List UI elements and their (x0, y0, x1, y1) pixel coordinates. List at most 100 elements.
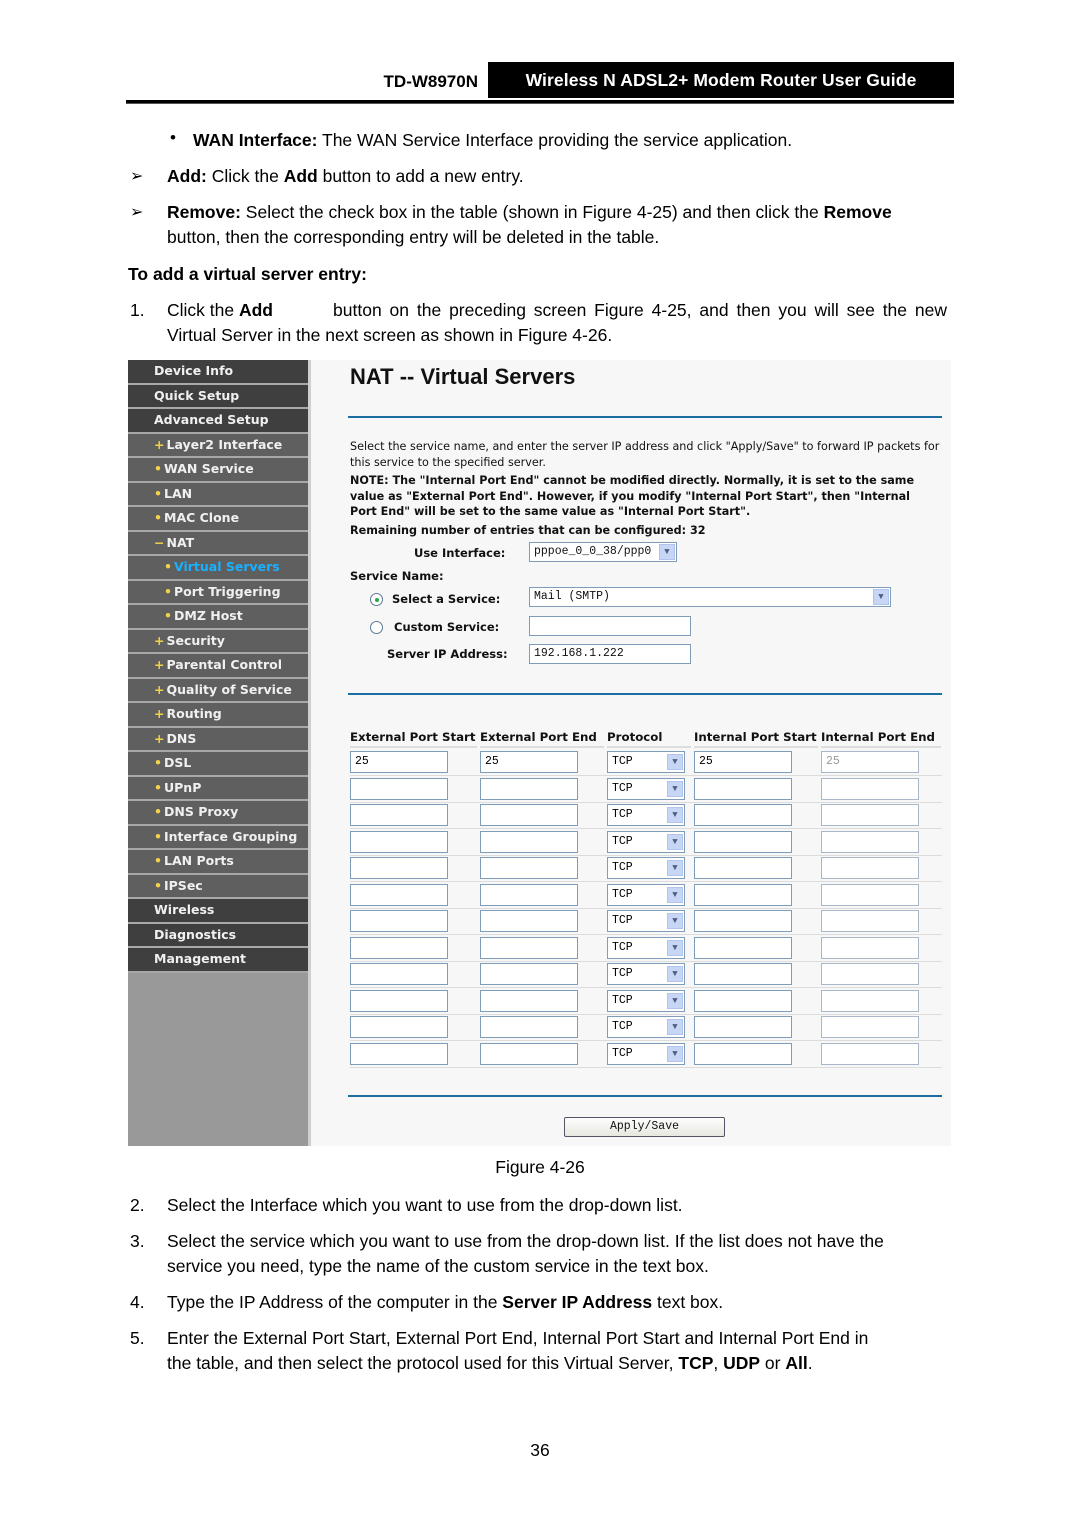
sidebar-item-parental-control[interactable]: + Parental Control (128, 654, 308, 679)
protocol-select[interactable]: TCP ▼ (607, 963, 685, 985)
external-port-end-input[interactable] (480, 936, 578, 959)
router-screenshot-figure: Device Info Quick Setup Advanced Setup + Lay… (128, 360, 951, 1146)
external-port-end-input[interactable] (480, 1016, 578, 1038)
protocol-select[interactable]: TCP ▼ (607, 830, 685, 853)
sidebar-item-wan-service[interactable]: • WAN Service (128, 458, 308, 483)
chevron-down-icon[interactable]: ▼ (667, 833, 683, 850)
sidebar-item-quality-of-service[interactable]: + Quality of Service (128, 678, 308, 703)
external-port-end-input[interactable] (480, 804, 578, 826)
external-port-start-input[interactable] (350, 989, 448, 1012)
chevron-down-icon[interactable]: ▼ (667, 992, 683, 1009)
chevron-down-icon[interactable]: ▼ (667, 754, 683, 770)
chevron-down-icon[interactable]: ▼ (667, 966, 683, 982)
internal-port-start-input[interactable] (694, 857, 792, 879)
sidebar-item-interface-grouping[interactable]: • Interface Grouping (128, 825, 308, 850)
sidebar-item-layer2-interface[interactable]: + Layer2 Interface (128, 433, 308, 458)
external-port-start-input[interactable] (350, 910, 448, 932)
sidebar-item-dns[interactable]: + DNS (128, 727, 308, 752)
protocol-select[interactable]: TCP ▼ (607, 883, 685, 906)
external-port-end-input[interactable] (480, 777, 578, 800)
internal-port-end-input (821, 910, 919, 932)
sidebar-item-wireless[interactable]: Wireless (128, 899, 308, 924)
sidebar-item-routing[interactable]: + Routing (128, 703, 308, 728)
internal-port-start-input[interactable] (694, 1042, 792, 1065)
internal-port-start-input[interactable] (694, 777, 792, 800)
sidebar-item-ipsec[interactable]: • IPSec (128, 874, 308, 899)
protocol-select[interactable]: TCP ▼ (607, 777, 685, 800)
external-port-end-input[interactable] (480, 830, 578, 853)
protocol-select[interactable]: TCP ▼ (607, 804, 685, 826)
protocol-select[interactable]: TCP ▼ (607, 910, 685, 932)
external-port-end-input[interactable] (480, 883, 578, 906)
protocol-select[interactable]: TCP ▼ (607, 1016, 685, 1038)
external-port-start-input[interactable] (350, 1042, 448, 1065)
chevron-down-icon[interactable]: ▼ (659, 544, 675, 560)
step-number: 3. (130, 1231, 145, 1251)
internal-port-start-input[interactable] (694, 936, 792, 959)
internal-port-start-input[interactable] (694, 804, 792, 826)
sidebar-item-nat[interactable]: − NAT (128, 531, 308, 556)
sidebar-item-mac-clone[interactable]: • MAC Clone (128, 507, 308, 532)
select-service-dropdown[interactable]: Mail (SMTP) ▼ (529, 587, 891, 607)
internal-port-start-input[interactable] (694, 1016, 792, 1038)
internal-port-start-input[interactable] (694, 963, 792, 985)
sidebar-item-quick-setup[interactable]: Quick Setup (128, 384, 308, 409)
apply-save-button[interactable]: Apply/Save (564, 1117, 725, 1137)
sidebar-item-management[interactable]: Management (128, 948, 308, 973)
sidebar-item-port-triggering[interactable]: • Port Triggering (128, 580, 308, 605)
sidebar-item-virtual-servers[interactable]: • Virtual Servers (128, 556, 308, 581)
external-port-start-input[interactable] (350, 777, 448, 800)
chevron-down-icon[interactable]: ▼ (667, 780, 683, 797)
external-port-start-input[interactable] (350, 857, 448, 879)
external-port-start-input[interactable] (350, 1016, 448, 1038)
chevron-down-icon[interactable]: ▼ (667, 939, 683, 956)
sidebar-item-diagnostics[interactable]: Diagnostics (128, 923, 308, 948)
protocol-select[interactable]: TCP ▼ (607, 936, 685, 959)
sidebar-item-advanced-setup[interactable]: Advanced Setup (128, 409, 308, 434)
external-port-start-input[interactable] (350, 936, 448, 959)
sidebar-item-dns-proxy[interactable]: • DNS Proxy (128, 801, 308, 826)
external-port-start-input[interactable] (350, 804, 448, 826)
internal-port-start-input[interactable] (694, 989, 792, 1012)
sidebar-item-dmz-host[interactable]: • DMZ Host (128, 605, 308, 630)
external-port-start-input[interactable] (350, 830, 448, 853)
select-service-radio[interactable] (370, 593, 383, 606)
protocol-select[interactable]: TCP ▼ (607, 751, 685, 773)
protocol-select[interactable]: TCP ▼ (607, 1042, 685, 1065)
protocol-select[interactable]: TCP ▼ (607, 857, 685, 879)
sidebar-item-security[interactable]: + Security (128, 629, 308, 654)
use-interface-select[interactable]: pppoe_0_0_38/ppp0 ▼ (529, 542, 677, 562)
internal-port-end-input (821, 1016, 919, 1038)
external-port-end-input[interactable] (480, 910, 578, 932)
protocol-select[interactable]: TCP ▼ (607, 989, 685, 1012)
external-port-end-input[interactable]: 25 (480, 751, 578, 773)
sidebar-item-dsl[interactable]: • DSL (128, 752, 308, 777)
external-port-end-input[interactable] (480, 1042, 578, 1065)
internal-port-start-input[interactable] (694, 830, 792, 853)
chevron-down-icon[interactable]: ▼ (667, 1019, 683, 1035)
chevron-down-icon[interactable]: ▼ (667, 860, 683, 876)
server-ip-input[interactable]: 192.168.1.222 (529, 644, 691, 664)
sidebar-item-device-info[interactable]: Device Info (128, 360, 308, 385)
chevron-down-icon[interactable]: ▼ (667, 886, 683, 903)
internal-port-start-input[interactable] (694, 883, 792, 906)
external-port-end-input[interactable] (480, 857, 578, 879)
internal-port-start-input[interactable] (694, 910, 792, 932)
external-port-start-input[interactable] (350, 963, 448, 985)
sidebar-item-lan[interactable]: • LAN (128, 482, 308, 507)
custom-service-radio[interactable] (370, 621, 383, 634)
sidebar-item-upnp[interactable]: • UPnP (128, 776, 308, 801)
external-port-end-input[interactable] (480, 989, 578, 1012)
sidebar-item-lan-ports[interactable]: • LAN Ports (128, 850, 308, 875)
internal-port-start-input[interactable]: 25 (694, 751, 792, 773)
external-port-end-input[interactable] (480, 963, 578, 985)
chevron-down-icon[interactable]: ▼ (873, 589, 889, 605)
custom-service-input[interactable] (529, 616, 691, 636)
model-name: TD-W8970N (383, 72, 478, 91)
chevron-down-icon[interactable]: ▼ (667, 1045, 683, 1062)
chevron-down-icon[interactable]: ▼ (667, 913, 683, 929)
chevron-down-icon[interactable]: ▼ (667, 807, 683, 823)
text: . (807, 1353, 813, 1373)
external-port-start-input[interactable]: 25 (350, 751, 448, 773)
external-port-start-input[interactable] (350, 883, 448, 906)
